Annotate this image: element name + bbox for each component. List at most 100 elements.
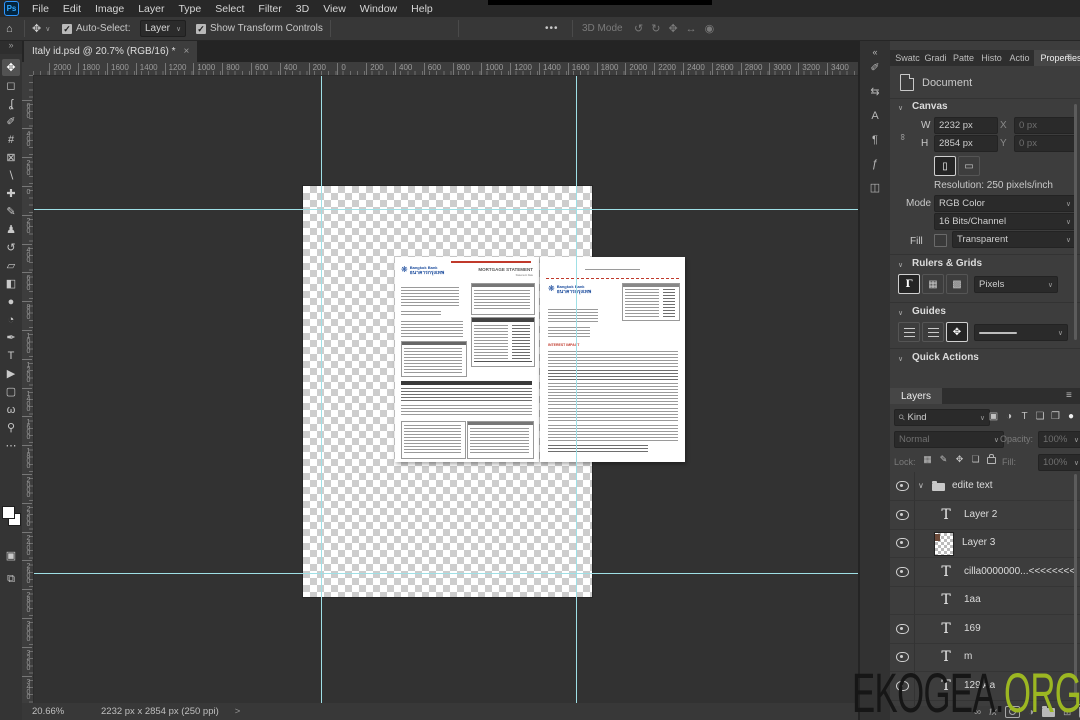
menu-item-type[interactable]: Type — [171, 3, 208, 15]
dist-vertical-button[interactable] — [490, 23, 498, 35]
eyedropper-tool[interactable]: ∖ — [2, 167, 20, 184]
brush-settings-icon[interactable]: ✐ — [867, 60, 883, 76]
portrait-orientation-button[interactable]: ▯ — [934, 156, 956, 176]
align-bottom-button[interactable] — [380, 23, 388, 35]
ruler-units-select[interactable]: Pixels ∨ — [974, 276, 1058, 293]
opacity-field[interactable]: 100% ∨ — [1038, 431, 1080, 448]
layer-row[interactable]: Layer 3 — [890, 529, 1080, 558]
paragraph-panel-icon[interactable]: ¶ — [867, 132, 883, 148]
align-right-button[interactable] — [356, 23, 364, 35]
rulers-toggle-button[interactable]: Γ — [898, 274, 920, 294]
rulers-grids-section-header[interactable]: Rulers & Grids — [912, 258, 982, 269]
statement-page-1[interactable]: ❋ Bangkok Bank ธนาคารกรุงเทพ MORTGAGE ST… — [395, 257, 539, 462]
document-tab[interactable]: Italy id.psd @ 20.7% (RGB/16) * × — [24, 40, 198, 62]
path-select-tool[interactable]: ▶ — [2, 365, 20, 382]
horizontal-guide-bottom[interactable] — [33, 573, 858, 574]
layers-menu-icon[interactable]: ≡ — [1066, 390, 1072, 401]
chevron-down-icon[interactable]: ∨ — [898, 104, 903, 112]
tab-gradi[interactable]: Gradi — [922, 50, 949, 66]
menu-item-3d[interactable]: 3D — [289, 3, 316, 15]
chevron-down-icon[interactable]: ∨ — [898, 355, 903, 363]
chevron-down-icon[interactable]: ∨ — [898, 309, 903, 317]
layer-filter-select[interactable]: ⚲ Kind ∨ — [894, 409, 990, 426]
pixel-grid-toggle-button[interactable]: ▩ — [946, 274, 968, 294]
menu-item-window[interactable]: Window — [353, 3, 404, 15]
menu-item-image[interactable]: Image — [88, 3, 131, 15]
tab-properties[interactable]: Properties — [1034, 50, 1080, 66]
layer-fill-field[interactable]: 100% ∨ — [1038, 454, 1080, 471]
layer-thumbnail[interactable] — [934, 532, 954, 556]
tab-patte[interactable]: Patte — [950, 50, 977, 66]
clone-stamp-tool[interactable]: ♟ — [2, 221, 20, 238]
home-button[interactable]: ⌂ — [6, 17, 13, 40]
lasso-tool[interactable]: ʆ — [2, 95, 20, 112]
dodge-tool[interactable]: ◔ — [2, 311, 20, 328]
height-field[interactable]: 2854 px — [934, 135, 998, 152]
align-center-h-button[interactable] — [348, 23, 356, 35]
fill-select[interactable]: Transparent ∨ — [952, 231, 1076, 248]
horizontal-guide-top[interactable] — [33, 209, 858, 210]
eraser-tool[interactable]: ▱ — [2, 257, 20, 274]
horizontal-ruler[interactable]: 2000 1800 1600 1400 1200 1000 800 600 400 200 0 200… — [33, 62, 858, 76]
quick-actions-section-header[interactable]: Quick Actions — [912, 352, 979, 363]
lock-artboard-icon[interactable]: ❏ — [968, 452, 983, 467]
fill-checkbox[interactable] — [934, 234, 947, 247]
move-tool[interactable]: ✥ — [2, 59, 20, 76]
foreground-color-swatch[interactable] — [2, 506, 15, 519]
menu-item-select[interactable]: Select — [208, 3, 251, 15]
canvas-area[interactable]: ❋ Bangkok Bank ธนาคารกรุงเทพ MORTGAGE ST… — [33, 75, 858, 703]
layer-row[interactable]: T 169 — [890, 614, 1080, 644]
hand-tool[interactable]: ω — [2, 401, 20, 418]
swap-panel-icon[interactable]: ⇆ — [867, 84, 883, 100]
y-field[interactable]: 0 px — [1014, 135, 1076, 152]
zoom-level-field[interactable]: 20.66% — [32, 706, 87, 717]
menu-item-layer[interactable]: Layer — [131, 3, 171, 15]
chevron-down-icon[interactable]: ∨ — [898, 261, 903, 269]
layer-row[interactable]: T Layer 2 — [890, 500, 1080, 530]
landscape-orientation-button[interactable]: ▭ — [958, 156, 980, 176]
vertical-guide-right[interactable] — [576, 75, 577, 703]
align-center-v-button[interactable] — [372, 23, 380, 35]
gradient-tool[interactable]: ◧ — [2, 275, 20, 292]
visibility-cell[interactable] — [890, 586, 915, 614]
dist-left-button[interactable] — [466, 23, 474, 35]
healing-brush-tool[interactable]: ✚ — [2, 185, 20, 202]
tab-histo[interactable]: Histo — [978, 50, 1005, 66]
filter-adjustment-icon[interactable]: ◑ — [1002, 409, 1017, 424]
auto-select-target[interactable]: Layer ∨ — [140, 17, 187, 40]
properties-scrollbar[interactable] — [1074, 104, 1077, 340]
filter-pin-icon[interactable]: ● — [1064, 409, 1079, 424]
shape-tool[interactable]: ▢ — [2, 383, 20, 400]
guide-style-select[interactable]: ∨ — [974, 324, 1068, 341]
show-transform-checkbox[interactable]: ✓ — [196, 23, 206, 34]
visibility-cell[interactable] — [890, 500, 915, 529]
lock-transparency-icon[interactable]: ▦ — [920, 452, 935, 467]
show-transform-toggle[interactable]: ✓ Show Transform Controls — [196, 17, 323, 40]
width-field[interactable]: 2232 px — [934, 117, 998, 134]
menu-item-filter[interactable]: Filter — [251, 3, 288, 15]
history-brush-tool[interactable]: ↺ — [2, 239, 20, 256]
x-field[interactable]: 0 px — [1014, 117, 1076, 134]
link-dimensions-icon[interactable]: ∞ — [898, 134, 908, 140]
canvas-section-header[interactable]: Canvas — [912, 101, 948, 112]
dist-center-h-button[interactable] — [474, 23, 482, 35]
filter-pixel-icon[interactable]: ▣ — [986, 409, 1001, 424]
menu-item-help[interactable]: Help — [404, 3, 440, 15]
color-mode-select[interactable]: RGB Color ∨ — [934, 195, 1076, 212]
auto-select-toggle[interactable]: ✓ Auto-Select: — [62, 17, 130, 40]
glyphs-panel-icon[interactable]: ƒ — [867, 156, 883, 172]
menu-item-edit[interactable]: Edit — [56, 3, 88, 15]
lock-pixels-icon[interactable]: ✎ — [936, 452, 951, 467]
zoom-tool[interactable]: ⚲ — [2, 419, 20, 436]
align-left-button[interactable] — [340, 23, 348, 35]
libraries-panel-icon[interactable]: ◫ — [867, 180, 883, 196]
visibility-cell[interactable] — [890, 614, 915, 643]
grid-toggle-button[interactable]: ▦ — [922, 274, 944, 294]
crop-tool[interactable]: # — [2, 131, 20, 148]
filter-type-icon[interactable]: T — [1017, 409, 1032, 424]
photoshop-logo-icon[interactable]: Ps — [4, 1, 19, 16]
tab-swatc[interactable]: Swatc — [894, 50, 921, 66]
more-tools[interactable]: ⋯ — [2, 437, 20, 454]
dock-collapse-button[interactable]: « — [867, 44, 883, 60]
character-panel-icon[interactable]: A — [867, 108, 883, 124]
